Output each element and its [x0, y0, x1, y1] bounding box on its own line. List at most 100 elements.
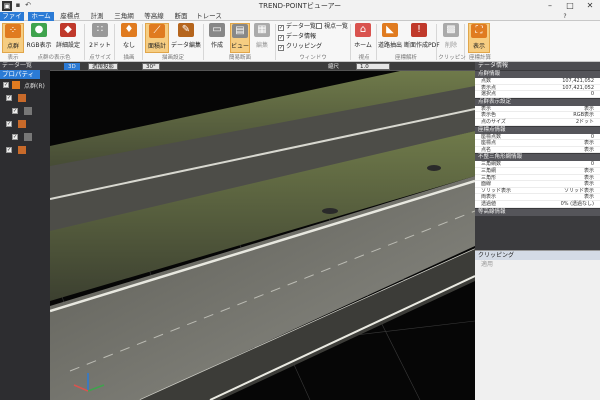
- palette-icon: ◆: [60, 23, 76, 37]
- rgb-display-button[interactable]: ● RGB表示: [26, 23, 52, 53]
- ribbon-separator: [114, 24, 115, 60]
- tab-home[interactable]: ホーム: [28, 12, 54, 21]
- property-row: 選択点 0: [475, 91, 600, 98]
- projection-select[interactable]: 透視投影: [88, 63, 119, 70]
- property-row: 座標点 表示: [475, 140, 600, 147]
- apply-clipping-button[interactable]: 適用: [475, 260, 600, 269]
- manhole: [427, 165, 441, 171]
- layer-icon: [24, 133, 32, 141]
- clipping-checkbox[interactable]: ✓ クリッピング: [278, 43, 322, 51]
- road-extract-button[interactable]: ◣ 道路抽出: [378, 23, 402, 53]
- checkbox[interactable]: ✓: [6, 95, 12, 101]
- section-header[interactable]: 点群情報: [475, 71, 600, 78]
- checkbox[interactable]: ✓: [12, 134, 18, 140]
- tree-item[interactable]: ✓ 点群(R): [0, 79, 50, 92]
- tree-item[interactable]: ✓: [0, 118, 50, 131]
- group-label: ウィンドウ: [299, 55, 327, 61]
- dot-size-button[interactable]: ∷ 2ドット: [88, 23, 112, 53]
- tree-item[interactable]: ✓: [0, 131, 50, 144]
- clip-delete-button[interactable]: ▩ 削除: [440, 23, 462, 53]
- layer-icon: [18, 146, 26, 154]
- group-label: クリッピング: [438, 55, 466, 69]
- data-list-checkbox[interactable]: ✓ データ一覧: [278, 23, 316, 31]
- property-row: 透過値 0% (透過なし): [475, 200, 600, 208]
- data-edit-button[interactable]: ✎ データ編集: [171, 23, 201, 53]
- pointcloud-icon: ⁘: [5, 24, 21, 38]
- panel-header: データ一覧: [0, 62, 50, 70]
- ribbon-separator: [142, 24, 143, 60]
- section-pdf-button[interactable]: ! 断面作成PDF: [404, 23, 440, 53]
- tab-measure[interactable]: 計測: [86, 12, 108, 21]
- point-list-checkbox[interactable]: 視点一覧: [316, 23, 348, 31]
- edit-data-icon: ✎: [178, 23, 194, 37]
- create-button[interactable]: ▭ 作成: [206, 23, 228, 53]
- view-button[interactable]: ▤ ビュー: [230, 23, 250, 53]
- edit-button[interactable]: ▦ 編集: [252, 23, 272, 53]
- tab-triangle[interactable]: 三角網: [110, 12, 138, 21]
- group-label: 表示: [7, 55, 19, 61]
- ribbon-separator: [436, 24, 437, 60]
- close-icon[interactable]: ✕: [580, 0, 600, 12]
- road-icon: ◣: [382, 23, 398, 37]
- ribbon-separator: [84, 24, 85, 60]
- property-row: 両表示 表示: [475, 194, 600, 201]
- view-icon: ▤: [232, 24, 248, 38]
- angle-select[interactable]: 30°: [142, 63, 160, 70]
- help-icon[interactable]: ?: [560, 12, 570, 21]
- tab-trace[interactable]: トレース: [194, 12, 224, 21]
- properties-tab[interactable]: プロパティ: [0, 70, 40, 79]
- ribbon-separator: [275, 24, 276, 60]
- layer-icon: [18, 120, 26, 128]
- surface-button[interactable]: ⟋ 面積計: [145, 23, 169, 53]
- ruler-icon: ⟋: [149, 24, 165, 38]
- clipping-panel: クリッピング 適用: [475, 250, 600, 400]
- checkbox[interactable]: ✓: [3, 82, 9, 88]
- manhole: [322, 208, 338, 214]
- group-label: 座標計算: [468, 55, 491, 61]
- tree-item[interactable]: ✓: [0, 92, 50, 105]
- pointcloud-viewport[interactable]: 3D 透視投影 30° 縮尺 1.0: [50, 62, 475, 400]
- tab-section[interactable]: 断面: [170, 12, 192, 21]
- property-row: 面線 表示: [475, 181, 600, 188]
- checkbox[interactable]: ✓: [6, 147, 12, 153]
- mode-3d-toggle[interactable]: 3D: [64, 63, 80, 70]
- maximize-icon[interactable]: □: [560, 0, 580, 12]
- property-row: 点のサイズ 2ドット: [475, 118, 600, 126]
- title-bar: ▣ ▪ ↶ TREND-POINTビューアー – □ ✕: [0, 0, 600, 12]
- tree-item[interactable]: ✓: [0, 144, 50, 157]
- home-view-button[interactable]: ⌂ ホーム: [352, 23, 374, 53]
- tree-item[interactable]: ✓: [0, 105, 50, 118]
- tab-file[interactable]: ファイル: [0, 12, 24, 29]
- ribbon-separator: [350, 24, 351, 60]
- layer-icon: [18, 94, 26, 102]
- group-label: 簡易断面: [228, 55, 251, 61]
- scale-input[interactable]: 1.0: [356, 63, 390, 70]
- pointcloud-button[interactable]: ⁘ 点群: [2, 23, 24, 53]
- section-header[interactable]: 座標点情報: [475, 126, 600, 134]
- property-row: 点名 表示: [475, 146, 600, 154]
- tab-coordinates[interactable]: 座標点: [56, 12, 84, 21]
- ribbon-separator: [203, 24, 204, 60]
- ribbon: ⁘ 点群 ● RGB表示 ◆ 詳細設定 ∷ 2ドット ♦ なし ⟋ 面積計 ✎ …: [0, 21, 600, 69]
- section-header[interactable]: 等高線情報: [475, 208, 600, 216]
- clip-display-button[interactable]: ⛶ 表示: [468, 23, 490, 53]
- checkbox[interactable]: ✓: [6, 121, 12, 127]
- draw-none-button[interactable]: ♦ なし: [118, 23, 140, 53]
- data-info-checkbox[interactable]: ✓ データ情報: [278, 33, 316, 41]
- pin-icon: ♦: [121, 23, 137, 37]
- property-row: 三角網数 0: [475, 161, 600, 168]
- tab-contour[interactable]: 等高線: [140, 12, 168, 21]
- window-title: TREND-POINTビューアー: [258, 2, 342, 10]
- viewport-toolbar: 3D 透視投影 30° 縮尺 1.0: [50, 62, 475, 71]
- panel-header: データ情報: [475, 62, 600, 70]
- section-header[interactable]: 点群表示設定: [475, 98, 600, 106]
- pdf-icon: !: [411, 23, 427, 37]
- group-label: 描画設定: [161, 55, 184, 61]
- minimize-icon[interactable]: –: [540, 0, 560, 12]
- property-row: 表示色 RGB表示: [475, 112, 600, 119]
- property-row: 三角網 表示: [475, 167, 600, 175]
- color-setting-button[interactable]: ◆ 詳細設定: [54, 23, 82, 53]
- ribbon-tabs: ファイル ホーム 座標点 計測 三角網 等高線 断面 トレース ?: [0, 12, 600, 29]
- checkbox[interactable]: ✓: [12, 108, 18, 114]
- create-section-icon: ▭: [209, 23, 225, 37]
